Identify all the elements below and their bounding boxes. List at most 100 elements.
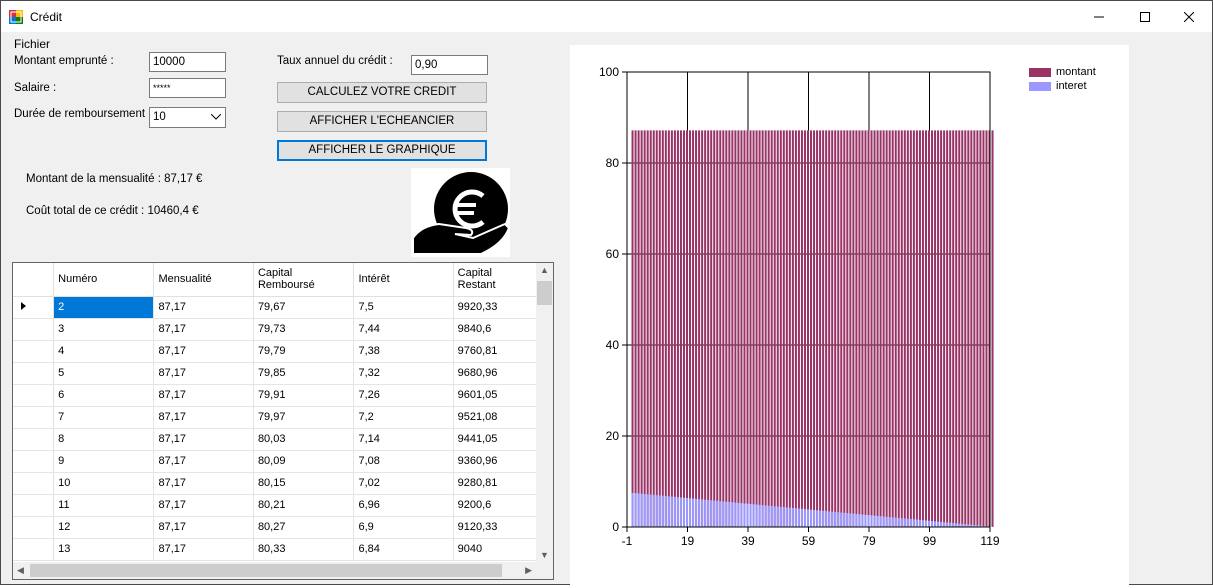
row-header[interactable] xyxy=(13,494,54,516)
cell-capital-rembourse[interactable]: 79,67 xyxy=(253,296,354,318)
row-header[interactable] xyxy=(13,472,54,494)
cell-interet[interactable]: 7,32 xyxy=(354,362,453,384)
column-header-mensualite[interactable]: Mensualité xyxy=(154,263,253,296)
cell-numero[interactable]: 3 xyxy=(54,318,154,340)
cell-mensualite[interactable]: 87,17 xyxy=(154,494,253,516)
cell-mensualite[interactable]: 87,17 xyxy=(154,406,253,428)
cell-interet[interactable]: 7,5 xyxy=(354,296,453,318)
row-header[interactable] xyxy=(13,296,54,318)
cell-numero[interactable]: 2 xyxy=(54,296,154,318)
cell-capital-rembourse[interactable]: 79,91 xyxy=(253,384,354,406)
cell-numero[interactable]: 13 xyxy=(54,538,154,560)
cell-numero[interactable]: 5 xyxy=(54,362,154,384)
salaire-input[interactable]: ***** xyxy=(149,78,226,98)
cell-interet[interactable]: 7,44 xyxy=(354,318,453,340)
cell-capital-rembourse[interactable]: 80,21 xyxy=(253,494,354,516)
table-row[interactable]: 1187,1780,216,969200,6 xyxy=(13,494,553,516)
cell-mensualite[interactable]: 87,17 xyxy=(154,384,253,406)
scroll-up-icon[interactable]: ▲ xyxy=(540,265,549,275)
row-header[interactable] xyxy=(13,340,54,362)
cell-mensualite[interactable]: 87,17 xyxy=(154,296,253,318)
cell-interet[interactable]: 6,84 xyxy=(354,538,453,560)
table-row[interactable]: 587,1779,857,329680,96 xyxy=(13,362,553,384)
table-row[interactable]: 487,1779,797,389760,81 xyxy=(13,340,553,362)
cell-mensualite[interactable]: 87,17 xyxy=(154,450,253,472)
menu-fichier[interactable]: Fichier xyxy=(14,37,50,51)
column-header-interet[interactable]: Intérêt xyxy=(354,263,453,296)
row-header[interactable] xyxy=(13,428,54,450)
table-row[interactable]: 1287,1780,276,99120,33 xyxy=(13,516,553,538)
bar-montant xyxy=(807,130,809,527)
cell-capital-rembourse[interactable]: 79,97 xyxy=(253,406,354,428)
column-header-numero[interactable]: Numéro xyxy=(54,263,154,296)
bar-interet xyxy=(925,520,927,527)
row-header[interactable] xyxy=(13,384,54,406)
cell-capital-rembourse[interactable]: 80,03 xyxy=(253,428,354,450)
cell-interet[interactable]: 7,14 xyxy=(354,428,453,450)
cell-mensualite[interactable]: 87,17 xyxy=(154,472,253,494)
row-header[interactable] xyxy=(13,538,54,560)
cell-numero[interactable]: 7 xyxy=(54,406,154,428)
cell-capital-rembourse[interactable]: 80,09 xyxy=(253,450,354,472)
bar-montant xyxy=(671,130,673,527)
cell-numero[interactable]: 11 xyxy=(54,494,154,516)
table-row[interactable]: 687,1779,917,269601,05 xyxy=(13,384,553,406)
table-row[interactable]: 287,1779,677,59920,33 xyxy=(13,296,553,318)
scroll-right-icon[interactable]: ▶ xyxy=(525,565,532,576)
cell-mensualite[interactable]: 87,17 xyxy=(154,318,253,340)
minimize-button[interactable] xyxy=(1076,1,1122,32)
cell-mensualite[interactable]: 87,17 xyxy=(154,516,253,538)
scroll-down-icon[interactable]: ▼ xyxy=(540,550,549,560)
cell-interet[interactable]: 6,96 xyxy=(354,494,453,516)
maximize-button[interactable] xyxy=(1122,1,1168,32)
close-button[interactable] xyxy=(1166,1,1212,32)
schedule-button[interactable]: AFFICHER L'ECHEANCIER xyxy=(277,111,487,132)
cell-interet[interactable]: 7,02 xyxy=(354,472,453,494)
row-header[interactable] xyxy=(13,406,54,428)
schedule-grid[interactable]: Numéro Mensualité CapitalRemboursé Intér… xyxy=(12,262,554,580)
taux-input[interactable]: 0,90 xyxy=(411,55,488,75)
row-header[interactable] xyxy=(13,318,54,340)
cell-numero[interactable]: 4 xyxy=(54,340,154,362)
cell-interet[interactable]: 7,2 xyxy=(354,406,453,428)
cell-capital-rembourse[interactable]: 80,27 xyxy=(253,516,354,538)
table-row[interactable]: 387,1779,737,449840,6 xyxy=(13,318,553,340)
cell-mensualite[interactable]: 87,17 xyxy=(154,340,253,362)
table-row[interactable]: 787,1779,977,29521,08 xyxy=(13,406,553,428)
cell-interet[interactable]: 7,26 xyxy=(354,384,453,406)
cell-capital-rembourse[interactable]: 80,15 xyxy=(253,472,354,494)
cell-numero[interactable]: 10 xyxy=(54,472,154,494)
cell-interet[interactable]: 6,9 xyxy=(354,516,453,538)
calculate-button[interactable]: CALCULEZ VOTRE CREDIT xyxy=(277,82,487,103)
cell-capital-rembourse[interactable]: 80,33 xyxy=(253,538,354,560)
table-row[interactable]: 987,1780,097,089360,96 xyxy=(13,450,553,472)
cell-capital-rembourse[interactable]: 79,85 xyxy=(253,362,354,384)
cell-numero[interactable]: 8 xyxy=(54,428,154,450)
montant-input[interactable]: 10000 xyxy=(149,52,226,72)
cell-interet[interactable]: 7,38 xyxy=(354,340,453,362)
salaire-label: Salaire : xyxy=(14,82,56,94)
duree-select[interactable]: 10 xyxy=(149,107,226,128)
row-header[interactable] xyxy=(13,362,54,384)
row-header[interactable] xyxy=(13,516,54,538)
cell-capital-rembourse[interactable]: 79,73 xyxy=(253,318,354,340)
column-header-capital-rembourse[interactable]: CapitalRemboursé xyxy=(253,263,354,296)
cell-mensualite[interactable]: 87,17 xyxy=(154,538,253,560)
table-row[interactable]: 1387,1780,336,849040 xyxy=(13,538,553,560)
cell-interet[interactable]: 7,08 xyxy=(354,450,453,472)
table-row[interactable]: 1087,1780,157,029280,81 xyxy=(13,472,553,494)
cell-capital-rembourse[interactable]: 79,79 xyxy=(253,340,354,362)
cell-numero[interactable]: 12 xyxy=(54,516,154,538)
graph-button[interactable]: AFFICHER LE GRAPHIQUE xyxy=(277,140,487,161)
horizontal-scrollbar[interactable]: ◀ ▶ xyxy=(13,562,536,579)
cell-numero[interactable]: 9 xyxy=(54,450,154,472)
vertical-scrollbar[interactable]: ▲ ▼ xyxy=(536,263,553,562)
scroll-left-icon[interactable]: ◀ xyxy=(17,565,24,576)
cell-numero[interactable]: 6 xyxy=(54,384,154,406)
table-row[interactable]: 887,1780,037,149441,05 xyxy=(13,428,553,450)
cell-mensualite[interactable]: 87,17 xyxy=(154,428,253,450)
row-header[interactable] xyxy=(13,450,54,472)
horizontal-scroll-thumb[interactable] xyxy=(30,564,502,577)
vertical-scroll-thumb[interactable] xyxy=(537,281,552,305)
cell-mensualite[interactable]: 87,17 xyxy=(154,362,253,384)
